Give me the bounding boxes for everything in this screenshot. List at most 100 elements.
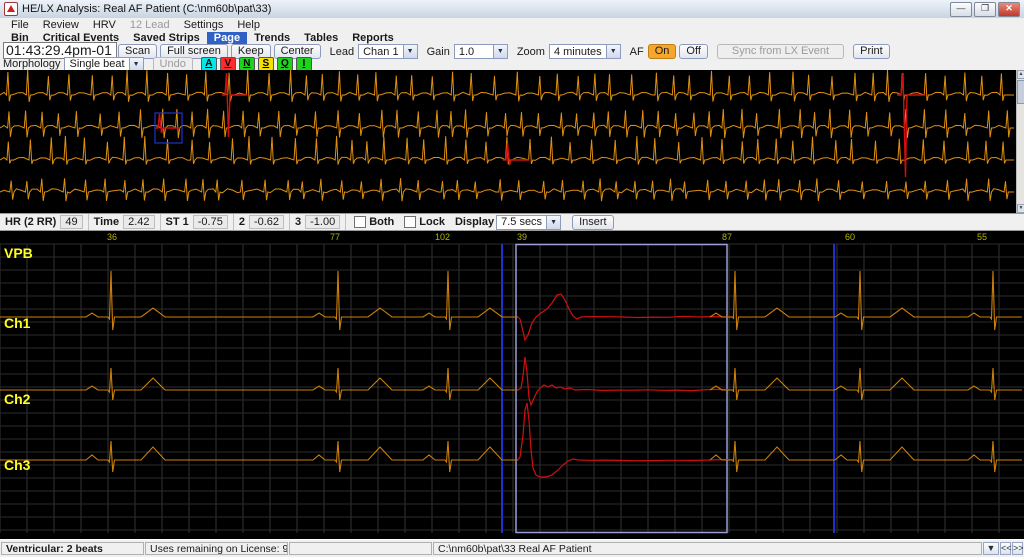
menu-item-settings[interactable]: Settings	[177, 19, 231, 31]
lock-checkbox[interactable]	[404, 216, 416, 228]
minimize-button[interactable]: —	[950, 2, 972, 17]
hr-marker: 77	[330, 232, 340, 242]
sync-lx-event-button[interactable]: Sync from LX Event	[717, 44, 844, 59]
menu-item-file[interactable]: File	[4, 19, 36, 31]
ecg-trace	[518, 403, 733, 477]
scan-ecg-panel[interactable]	[0, 70, 1016, 213]
ecg-trace	[0, 368, 518, 400]
tab-saved-strips[interactable]: Saved Strips	[126, 32, 207, 44]
st3-cell: 3 -1.00	[290, 214, 346, 230]
zoom-dropdown[interactable]: 4 minutes ▼	[549, 44, 621, 59]
menu-bar: FileReviewHRV12 LeadSettingsHelp	[0, 18, 1024, 31]
ecg-scrollbar[interactable]: ▲ ▼	[1016, 70, 1024, 213]
beat-button-v[interactable]: V	[220, 57, 236, 71]
title-bar[interactable]: HE/LX Analysis: Real AF Patient (C:\nm60…	[0, 0, 1024, 19]
ecg-trace	[0, 441, 518, 472]
status-bar: Ventricular: 2 beats Uses remaining on L…	[0, 539, 1024, 557]
ecg-trace	[0, 271, 518, 330]
hr-marker: 60	[845, 232, 855, 242]
measurement-bar: HR (2 RR) 49 Time 2.42 ST 1 -0.75 2 -0.6…	[0, 213, 1024, 231]
time-cell: Time 2.42	[89, 214, 161, 230]
chevron-down-icon[interactable]: ▼	[606, 45, 620, 58]
menu-item-hrv[interactable]: HRV	[86, 19, 123, 31]
menu-item-review[interactable]: Review	[36, 19, 86, 31]
af-label: AF	[630, 46, 644, 58]
scroll-down-icon[interactable]: ▼	[1017, 204, 1024, 213]
zoom-label: Zoom	[517, 46, 545, 58]
beat-button-n[interactable]: N	[239, 57, 255, 71]
beat-button-a[interactable]: A	[201, 57, 217, 71]
menu-item-help[interactable]: Help	[230, 19, 267, 31]
tab-trends[interactable]: Trends	[247, 32, 297, 44]
ecg-trace	[0, 178, 1014, 201]
st2-cell: 2 -0.62	[234, 214, 290, 230]
hr-marker: 87	[722, 232, 732, 242]
chevron-down-icon[interactable]: ▼	[546, 216, 560, 229]
insert-button[interactable]: Insert	[572, 215, 614, 230]
st1-value: -0.75	[193, 215, 228, 229]
hr-cell: HR (2 RR) 49	[0, 214, 89, 230]
both-checkbox[interactable]	[354, 216, 366, 228]
close-button[interactable]: ✕	[998, 2, 1020, 17]
channel-label-vpb: VPB	[4, 245, 33, 261]
tab-reports[interactable]: Reports	[345, 32, 401, 44]
lead-dropdown[interactable]: Chan 1 ▼	[358, 44, 417, 59]
lead-label: Lead	[330, 46, 354, 58]
beat-class-buttons: AVNSQI	[201, 57, 315, 71]
ecg-trace	[710, 271, 1022, 330]
ecg-trace	[518, 294, 733, 340]
scroll-up-icon[interactable]: ▲	[1017, 70, 1024, 79]
hr-marker: 36	[107, 232, 117, 242]
display-dropdown[interactable]: 7.5 secs ▼	[496, 215, 561, 230]
status-spare	[289, 542, 432, 555]
st3-value: -1.00	[305, 215, 340, 229]
tab-tables[interactable]: Tables	[297, 32, 345, 44]
display-label: Display	[455, 216, 494, 228]
chevron-down-icon[interactable]: ▼	[493, 45, 507, 58]
af-on-button[interactable]: On	[648, 44, 677, 59]
lock-label: Lock	[419, 216, 445, 228]
gain-dropdown[interactable]: 1.0 ▼	[454, 44, 508, 59]
st1-cell: ST 1 -0.75	[161, 214, 234, 230]
ecg-trace	[222, 73, 247, 137]
morphology-label: Morphology	[3, 58, 60, 70]
beat-strip-panel[interactable]: 36 77 102 39 87 60 55 VPB Ch1 Ch2 Ch3	[0, 231, 1024, 539]
af-off-button[interactable]: Off	[679, 44, 707, 59]
license-uses: Uses remaining on License: 945	[145, 542, 288, 555]
ecg-trace	[710, 441, 1022, 472]
print-button[interactable]: Print	[853, 44, 890, 59]
beat-button-q[interactable]: Q	[277, 57, 293, 71]
ventricular-count: Ventricular: 2 beats	[1, 542, 144, 555]
main-toolbar: 01:43:29.4pm-01 Scan Full screen Keep Ce…	[0, 44, 1024, 57]
helx-analysis-window: HE/LX Analysis: Real AF Patient (C:\nm60…	[0, 0, 1024, 557]
hr-marker: 55	[977, 232, 987, 242]
maximize-button[interactable]: ❐	[974, 2, 996, 17]
beat-button-i[interactable]: I	[296, 57, 312, 71]
st2-value: -0.62	[249, 215, 284, 229]
patient-path: C:\nm60b\pat\33 Real AF Patient	[433, 542, 982, 555]
chevron-down-icon[interactable]: ▼	[403, 45, 417, 58]
channel-label-ch2: Ch2	[4, 391, 30, 407]
menu-item-12-lead[interactable]: 12 Lead	[123, 19, 177, 31]
patient-dropdown-button[interactable]: ▼	[983, 542, 999, 555]
gain-label: Gain	[427, 46, 450, 58]
next-page-button[interactable]: >>	[1012, 542, 1023, 555]
ecg-trace	[0, 109, 1014, 139]
ecg-trace	[518, 357, 733, 405]
hr-marker: 102	[435, 232, 450, 242]
chevron-down-icon[interactable]: ▼	[129, 58, 143, 71]
beat-button-s[interactable]: S	[258, 57, 274, 71]
time-value: 2.42	[123, 215, 154, 229]
channel-label-ch3: Ch3	[4, 457, 30, 473]
ecg-trace	[710, 368, 1022, 400]
app-icon	[4, 2, 18, 16]
prev-page-button[interactable]: <<	[1000, 542, 1011, 555]
view-tabs-bar: BinCritical EventsSaved StripsPageTrends…	[0, 31, 1024, 44]
morphology-bar: Morphology Single beat ▼ Undo AVNSQI	[0, 58, 1024, 70]
scrollbar-thumb[interactable]	[1017, 80, 1024, 104]
hr-marker: 39	[517, 232, 527, 242]
hr-value: 49	[60, 215, 82, 229]
ecg-trace	[503, 143, 529, 165]
tab-page[interactable]: Page	[207, 32, 247, 44]
channel-label-ch1: Ch1	[4, 315, 30, 331]
